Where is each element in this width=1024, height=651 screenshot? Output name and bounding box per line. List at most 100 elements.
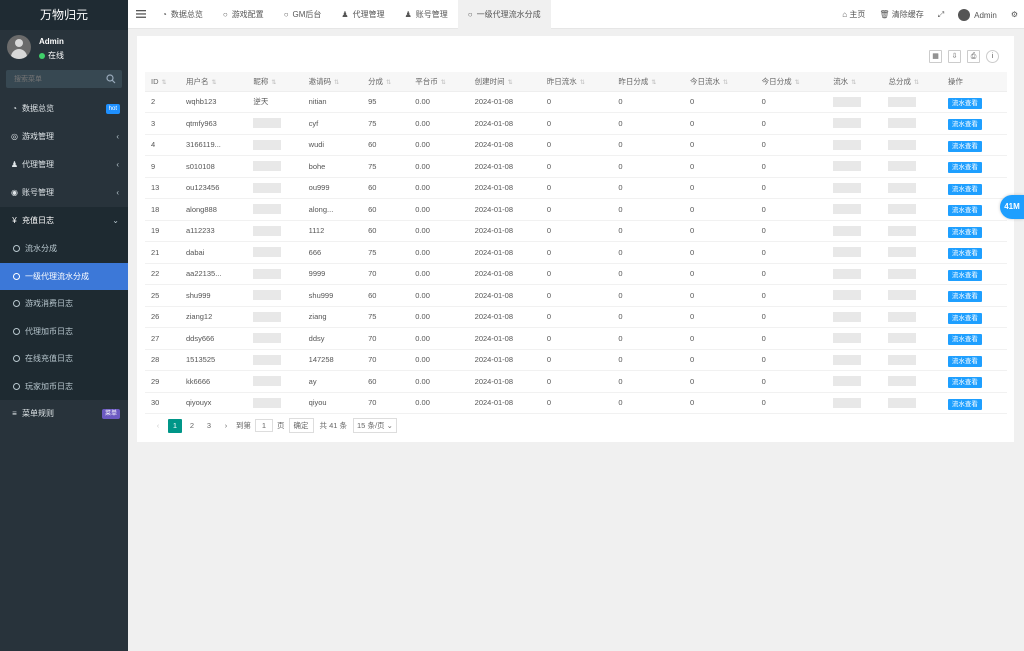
sort-icon[interactable]: ⇅ <box>334 79 339 86</box>
table-cell <box>882 349 942 371</box>
view-flow-button[interactable]: 流水查看 <box>947 183 982 195</box>
sort-icon[interactable]: ⇅ <box>508 79 513 86</box>
column-header[interactable]: 昵称 ⇅ <box>247 72 303 92</box>
page-1[interactable]: 1 <box>168 418 182 433</box>
table-row: 25 shu999 shu999 60 0.00 2024-01-08 0 0 0 0 流水查看 <box>145 284 1007 307</box>
sort-icon[interactable]: ⇅ <box>212 79 217 86</box>
column-header[interactable]: ID ⇅ <box>145 72 180 92</box>
column-header[interactable]: 流水 ⇅ <box>827 72 883 92</box>
tab-gm-backend[interactable]: ○ GM后台 <box>274 0 332 29</box>
search-input[interactable] <box>6 70 122 88</box>
table-cell <box>882 155 942 178</box>
view-flow-button[interactable]: 流水查看 <box>947 205 982 217</box>
info-button[interactable]: i <box>986 50 999 63</box>
view-flow-button[interactable]: 流水查看 <box>947 334 982 346</box>
memory-badge[interactable]: 41M <box>1000 195 1024 219</box>
sort-icon[interactable]: ⇅ <box>162 79 167 86</box>
tab-dashboard[interactable]: ◔ 数据总览 <box>152 0 213 29</box>
table-cell: 2024-01-08 <box>468 327 541 350</box>
home-link[interactable]: ⌂ 主页 <box>842 9 865 20</box>
column-header[interactable]: 昨日流水 ⇅ <box>540 72 613 92</box>
search-icon[interactable] <box>106 74 116 84</box>
sort-icon[interactable]: ⇅ <box>386 79 391 86</box>
view-flow-button[interactable]: 流水查看 <box>947 97 982 109</box>
tab-agents[interactable]: ♟ 代理管理 <box>331 0 394 29</box>
clear-cache-button[interactable]: 🗑 清除缓存 <box>879 9 923 20</box>
page-input[interactable]: 1 <box>255 419 273 432</box>
table-cell: 26 <box>145 306 180 328</box>
page-3[interactable]: 3 <box>202 419 216 433</box>
redacted-block <box>888 96 917 107</box>
admin-menu[interactable]: Admin <box>958 8 997 21</box>
columns-button[interactable]: ▦ <box>929 50 942 63</box>
column-header[interactable]: 今日流水 ⇅ <box>684 72 756 92</box>
redacted-block <box>888 204 917 215</box>
view-flow-button[interactable]: 流水查看 <box>947 119 982 131</box>
column-header[interactable]: 创建时间 ⇅ <box>468 72 541 92</box>
column-header[interactable]: 邀请码 ⇅ <box>302 72 363 92</box>
view-flow-button[interactable]: 流水查看 <box>947 162 982 174</box>
sort-icon[interactable]: ⇅ <box>914 79 919 86</box>
print-button[interactable]: ⎙ <box>967 50 980 63</box>
column-header[interactable]: 平台币 ⇅ <box>409 72 469 92</box>
table-row: 22 aa22135... 9999 70 0.00 2024-01-08 0 0 0 0 流水查看 <box>145 263 1007 285</box>
per-page-select[interactable]: 15 条/页 ⌄ <box>353 418 397 433</box>
view-flow-button[interactable]: 流水查看 <box>947 398 982 410</box>
tab-accounts[interactable]: ♟ 账号管理 <box>395 0 458 29</box>
sort-icon[interactable]: ⇅ <box>441 79 446 86</box>
table-cell: 0 <box>612 263 684 285</box>
view-flow-button[interactable]: 流水查看 <box>947 377 982 389</box>
sort-icon[interactable]: ⇅ <box>851 79 856 86</box>
settings-button[interactable]: ⚙ <box>1011 10 1018 19</box>
table-cell <box>882 327 942 350</box>
table-cell <box>827 112 883 135</box>
tab-game-config[interactable]: ○ 游戏配置 <box>213 0 274 29</box>
menu-item-agents[interactable]: ♟ 代理管理 ‹ <box>0 151 128 179</box>
sort-icon[interactable]: ⇅ <box>580 79 585 86</box>
view-flow-button[interactable]: 流水查看 <box>947 291 982 303</box>
menu-item-dashboard[interactable]: ◔ 数据总览 hot <box>0 95 128 123</box>
column-header[interactable]: 昨日分成 ⇅ <box>612 72 684 92</box>
column-header[interactable]: 分成 ⇅ <box>362 72 410 92</box>
view-flow-button[interactable]: 流水查看 <box>947 312 982 324</box>
redacted-block <box>833 204 862 215</box>
top-bar: ◔ 数据总览 ○ 游戏配置 ○ GM后台 ♟ 代理管理 ♟ 账号管理 ○ 一级代理流水分成 … <box>128 0 1024 29</box>
hamburger-icon[interactable] <box>136 9 146 19</box>
submenu-item[interactable]: 玩家加币日志 <box>0 372 128 400</box>
prev-page-icon[interactable]: ‹ <box>151 419 165 433</box>
menu-item-accounts[interactable]: ◉ 账号管理 ‹ <box>0 179 128 207</box>
menu-item-recharge-log[interactable]: ¥ 充值日志 ⌄ <box>0 207 128 235</box>
submenu-item[interactable]: 在线充值日志 <box>0 345 128 373</box>
table-cell <box>247 370 303 393</box>
view-flow-button[interactable]: 流水查看 <box>947 226 982 238</box>
menu-item-games[interactable]: ◎ 游戏管理 ‹ <box>0 123 128 151</box>
submenu-item[interactable]: 游戏消费日志 <box>0 290 128 318</box>
tab-bar: ◔ 数据总览 ○ 游戏配置 ○ GM后台 ♟ 代理管理 ♟ 账号管理 ○ 一级代理流水分成 <box>152 0 551 29</box>
view-flow-button[interactable]: 流水查看 <box>947 248 982 260</box>
view-flow-button[interactable]: 流水查看 <box>947 140 982 152</box>
table-cell: 0 <box>540 370 613 393</box>
submenu-item-active[interactable]: 一级代理流水分成 <box>0 262 128 290</box>
fullscreen-button[interactable]: ⤢ <box>938 10 944 20</box>
column-header[interactable]: 今日分成 ⇅ <box>755 72 828 92</box>
column-header[interactable]: 总分成 ⇅ <box>882 72 942 92</box>
column-header[interactable]: 用户名 ⇅ <box>180 72 248 92</box>
sidebar: 万物归元 Admin 在线 ◔数据总览hot ◎游戏管理‹ ♟代理管理‹ ◉账号… <box>0 0 128 651</box>
menu-item-menu-rules[interactable]: ≡ 菜单规则 菜单 <box>0 400 128 428</box>
submenu-item[interactable]: 流水分成 <box>0 235 128 263</box>
redacted-block <box>888 397 917 408</box>
table-cell: a112233 <box>180 220 248 242</box>
view-flow-button[interactable]: 流水查看 <box>947 269 982 281</box>
next-page-icon[interactable]: › <box>219 419 233 433</box>
page-2[interactable]: 2 <box>185 419 199 433</box>
redacted-block <box>888 376 917 387</box>
tab-agent-revenue-share[interactable]: ○ 一级代理流水分成 <box>457 0 551 29</box>
sort-icon[interactable]: ⇅ <box>795 79 800 86</box>
view-flow-button[interactable]: 流水查看 <box>947 355 982 367</box>
sort-icon[interactable]: ⇅ <box>651 79 656 86</box>
export-button[interactable]: ⇩ <box>948 50 961 63</box>
submenu-item[interactable]: 代理加币日志 <box>0 317 128 345</box>
confirm-button[interactable]: 确定 <box>288 418 314 433</box>
sort-icon[interactable]: ⇅ <box>271 79 276 86</box>
sort-icon[interactable]: ⇅ <box>723 79 728 86</box>
